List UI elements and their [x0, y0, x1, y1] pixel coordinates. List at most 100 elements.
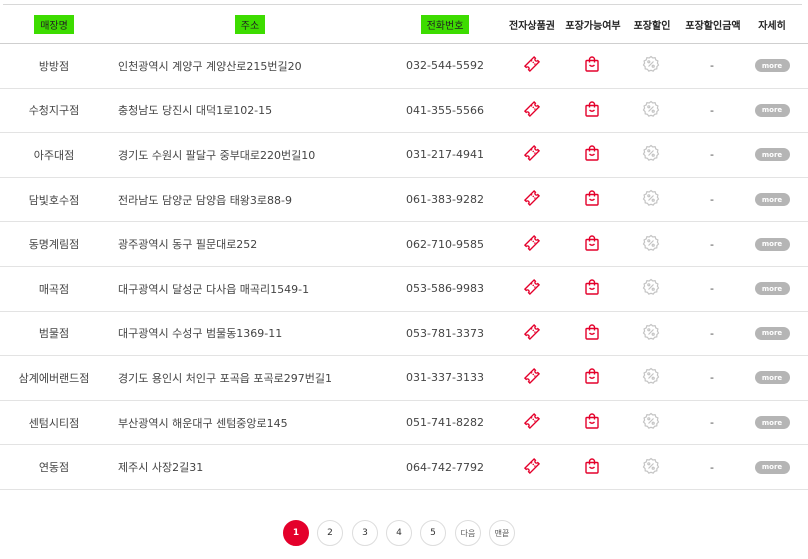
ticket-icon: [523, 100, 541, 121]
takeout-discount-amount: -: [710, 460, 714, 474]
takeout-discount-amount: -: [710, 59, 714, 73]
egift-cell: [512, 222, 552, 266]
percent-badge-icon: [642, 100, 660, 121]
store-phone: 062-710-9585: [406, 237, 484, 251]
takeout-cell: [572, 222, 612, 266]
table-row: 삼계에버랜드점 경기도 용인시 처인구 포곡읍 포곡로297번길1 031-33…: [0, 356, 808, 401]
ticket-icon: [523, 367, 541, 388]
more-button[interactable]: more: [754, 282, 790, 296]
store-name: 센텀시티점: [28, 416, 80, 430]
detail-cell: more: [750, 312, 794, 356]
takeout-cell: [572, 401, 612, 445]
table-row: 동명계림점 광주광역시 동구 필문대로252 062-710-9585 - mo…: [0, 222, 808, 267]
more-button[interactable]: more: [754, 416, 790, 430]
header-address: 주소: [180, 5, 320, 43]
header-takeout-discount: 포장할인: [633, 20, 671, 32]
page-1-button[interactable]: 1: [283, 520, 309, 546]
page-3-button[interactable]: 3: [352, 520, 378, 546]
takeout-discount-cell: [631, 267, 671, 311]
header-address-label: 주소: [234, 14, 266, 34]
takeout-cell: [572, 178, 612, 222]
shopping-bag-icon: [583, 457, 601, 478]
store-phone: 064-742-7792: [406, 460, 484, 474]
detail-cell: more: [750, 44, 794, 88]
egift-cell: [512, 312, 552, 356]
header-egift: 전자상품권: [509, 20, 555, 32]
more-button[interactable]: more: [754, 148, 790, 162]
detail-cell: more: [750, 445, 794, 489]
store-phone: 053-781-3373: [406, 326, 484, 340]
store-table-body: 방방점 인천광역시 계양구 계양산로215번길20 032-544-5592 -…: [0, 44, 808, 490]
shopping-bag-icon: [583, 323, 601, 344]
page-2-button[interactable]: 2: [317, 520, 343, 546]
shopping-bag-icon: [583, 412, 601, 433]
takeout-cell: [572, 445, 612, 489]
takeout-discount-cell: [631, 356, 671, 400]
table-row: 매곡점 대구광역시 달성군 다사읍 매곡리1549-1 053-586-9983: [0, 267, 808, 312]
last-page-button[interactable]: 맨끝: [489, 520, 515, 546]
store-name: 방방점: [38, 59, 70, 73]
takeout-discount-cell: [631, 312, 671, 356]
takeout-cell: [572, 356, 612, 400]
more-button[interactable]: more: [754, 59, 790, 73]
next-page-button[interactable]: 다음: [455, 520, 481, 546]
store-phone: 032-544-5592: [406, 59, 484, 73]
store-address: 광주광역시 동구 필문대로252: [118, 238, 258, 252]
detail-cell: more: [750, 401, 794, 445]
takeout-discount-cell: [631, 445, 671, 489]
more-button[interactable]: more: [754, 326, 790, 340]
takeout-cell: [572, 312, 612, 356]
store-phone: 061-383-9282: [406, 193, 484, 207]
detail-cell: more: [750, 89, 794, 133]
page-5-button[interactable]: 5: [420, 520, 446, 546]
store-name: 매곡점: [38, 282, 70, 296]
takeout-discount-cell: [631, 44, 671, 88]
store-phone: 051-741-8282: [406, 416, 484, 430]
shopping-bag-icon: [583, 144, 601, 165]
more-button[interactable]: more: [754, 371, 790, 385]
store-phone: 031-337-3133: [406, 371, 484, 385]
store-phone: 053-586-9983: [406, 282, 484, 296]
page-4-button[interactable]: 4: [386, 520, 412, 546]
more-button[interactable]: more: [754, 103, 790, 117]
ticket-icon: [523, 457, 541, 478]
table-row: 담빛호수점 전라남도 담양군 담양읍 태왕3로88-9 061-383-9282: [0, 178, 808, 223]
store-address: 대구광역시 수성구 범물동1369-11: [118, 327, 283, 341]
percent-badge-icon: [642, 234, 660, 255]
header-store-name: 매장명: [0, 5, 108, 43]
ticket-icon: [523, 144, 541, 165]
egift-cell: [512, 356, 552, 400]
store-address: 경기도 용인시 처인구 포곡읍 포곡로297번길1: [118, 371, 333, 385]
egift-cell: [512, 133, 552, 177]
egift-cell: [512, 445, 552, 489]
store-address: 대구광역시 달성군 다사읍 매곡리1549-1: [118, 282, 310, 296]
egift-cell: [512, 401, 552, 445]
percent-badge-icon: [642, 367, 660, 388]
more-button[interactable]: more: [754, 237, 790, 251]
percent-badge-icon: [642, 189, 660, 210]
detail-cell: more: [750, 267, 794, 311]
egift-cell: [512, 267, 552, 311]
percent-badge-icon: [642, 412, 660, 433]
table-row: 아주대점 경기도 수원시 팔달구 중부대로220번길10 031-217-494…: [0, 133, 808, 178]
takeout-discount-amount: -: [710, 148, 714, 162]
percent-badge-icon: [642, 457, 660, 478]
ticket-icon: [523, 189, 541, 210]
store-name: 아주대점: [33, 148, 75, 162]
percent-badge-icon: [642, 144, 660, 165]
takeout-cell: [572, 89, 612, 133]
takeout-cell: [572, 44, 612, 88]
takeout-discount-cell: [631, 178, 671, 222]
header-takeout-discount-amount: 포장할인금액: [685, 20, 741, 32]
store-name: 담빛호수점: [28, 193, 80, 207]
takeout-discount-amount: -: [710, 237, 714, 251]
more-button[interactable]: more: [754, 193, 790, 207]
takeout-discount-cell: [631, 89, 671, 133]
takeout-cell: [572, 267, 612, 311]
egift-cell: [512, 89, 552, 133]
store-name: 동명계림점: [28, 238, 80, 252]
ticket-icon: [523, 234, 541, 255]
table-row: 방방점 인천광역시 계양구 계양산로215번길20 032-544-5592 -…: [0, 44, 808, 89]
more-button[interactable]: more: [754, 460, 790, 474]
store-address: 제주시 사장2길31: [118, 461, 204, 475]
